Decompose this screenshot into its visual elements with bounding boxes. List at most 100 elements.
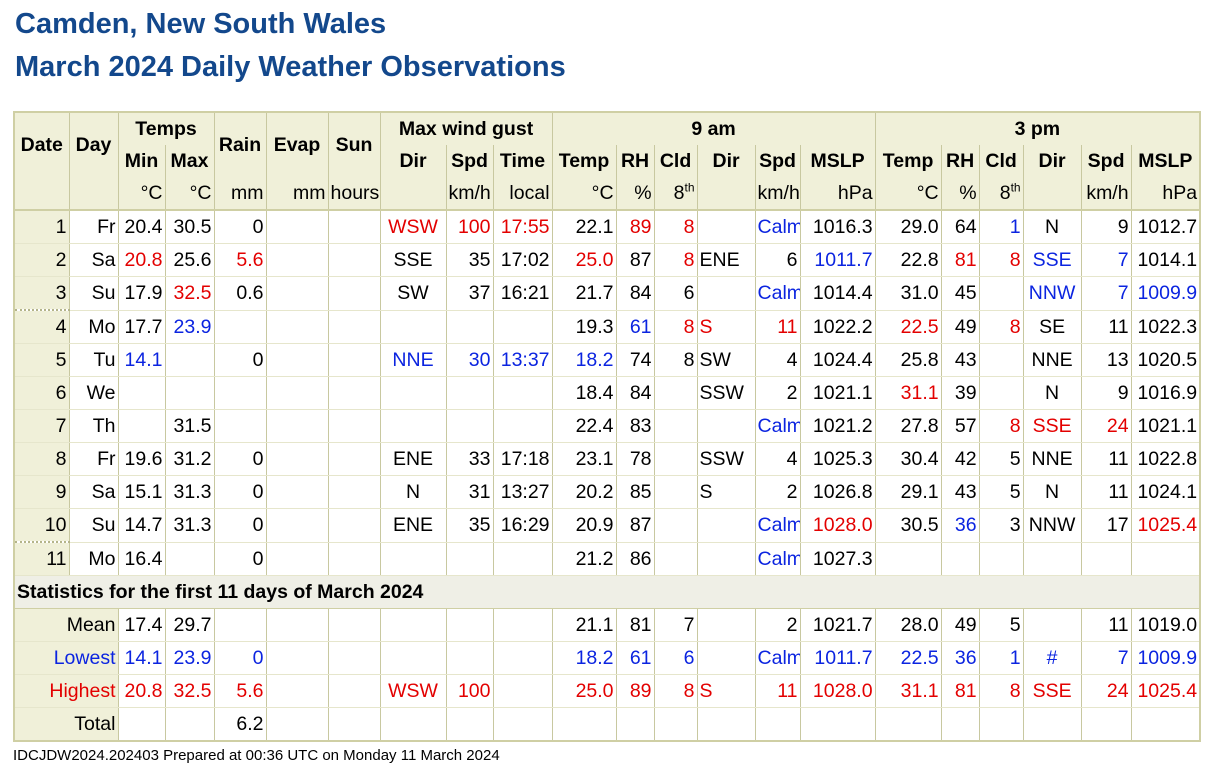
cell-am-temp: 20.9 <box>551 508 617 543</box>
header-9am-cld: Cld <box>653 145 698 177</box>
cell-am-cld: 7 <box>653 608 698 642</box>
cell-pm-temp <box>874 707 942 742</box>
cell-am-rh: 83 <box>615 409 655 443</box>
cell-day: Tu <box>68 343 119 377</box>
cell-min-temp: 16.4 <box>117 542 166 576</box>
cell-sun <box>327 542 381 576</box>
cell-pm-rh: 81 <box>940 674 980 708</box>
unit-blank <box>68 177 119 211</box>
cell-gust-dir: SSE <box>379 243 447 277</box>
cell-sun <box>327 376 381 410</box>
cell-min-temp: 14.7 <box>117 508 166 543</box>
unit-evap: mm <box>265 177 329 211</box>
cell-am-mslp: 1028.0 <box>799 674 876 708</box>
cell-pm-mslp: 1009.9 <box>1130 641 1201 675</box>
cell-am-spd: 4 <box>754 442 801 476</box>
cell-pm-dir: NNE <box>1022 442 1082 476</box>
cell-pm-mslp: 1021.1 <box>1130 409 1201 443</box>
cell-evap <box>265 210 329 244</box>
cell-gust-spd: 100 <box>445 674 494 708</box>
cell-min-temp: 17.7 <box>117 310 166 344</box>
cell-am-rh: 61 <box>615 310 655 344</box>
cell-gust-dir <box>379 641 447 675</box>
cell-am-mslp: 1024.4 <box>799 343 876 377</box>
cell-am-mslp <box>799 707 876 742</box>
header-gust-time: Time <box>492 145 553 177</box>
cell-am-dir <box>696 508 756 543</box>
header-date: Date <box>13 112 70 177</box>
cell-day: Fr <box>68 442 119 476</box>
unit-3pm-spd: km/h <box>1080 177 1132 211</box>
cell-max-temp: 31.5 <box>164 409 215 443</box>
cell-am-spd <box>754 707 801 742</box>
unit-3pm-cld: 8th <box>978 177 1024 211</box>
cell-gust-dir <box>379 310 447 344</box>
weather-observations-table: Date Day Temps Rain Evap Sun Max wind gu… <box>13 111 1202 742</box>
page-subtitle: March 2024 Daily Weather Observations <box>15 51 566 83</box>
cell-am-mslp: 1028.0 <box>799 508 876 543</box>
cell-min-temp <box>117 409 166 443</box>
cell-min-temp: 15.1 <box>117 475 166 509</box>
cell-sun <box>327 276 381 311</box>
day-row: 6 We 18.4 84 SSW 2 1021.1 31.1 39 N 9 1016.9 <box>13 376 1201 410</box>
cell-pm-dir: SSE <box>1022 243 1082 277</box>
cell-am-cld <box>653 508 698 543</box>
cell-am-temp: 18.2 <box>551 343 617 377</box>
cell-gust-time: 17:55 <box>492 210 553 244</box>
cell-pm-rh: 49 <box>940 310 980 344</box>
cell-am-rh: 89 <box>615 210 655 244</box>
cell-sun <box>327 508 381 543</box>
cell-am-cld <box>653 442 698 476</box>
cell-gust-time: 16:29 <box>492 508 553 543</box>
cell-evap <box>265 376 329 410</box>
stats-heading: Statistics for the first 11 days of Marc… <box>13 575 1201 609</box>
cell-pm-cld: 8 <box>978 674 1024 708</box>
cell-pm-spd: 13 <box>1080 343 1132 377</box>
cell-pm-mslp: 1022.8 <box>1130 442 1201 476</box>
cell-am-temp: 25.0 <box>551 674 617 708</box>
header-9am-dir: Dir <box>696 145 756 177</box>
cell-date: 10 <box>13 508 70 543</box>
cell-pm-rh <box>940 707 980 742</box>
cell-pm-dir: SSE <box>1022 674 1082 708</box>
stats-row: Mean 17.4 29.7 21.1 81 7 2 1021.7 28.0 49 5 11 1019.… <box>13 608 1201 642</box>
cell-pm-mslp: 1012.7 <box>1130 210 1201 244</box>
cell-pm-spd: 9 <box>1080 376 1132 410</box>
cell-gust-time: 16:21 <box>492 276 553 311</box>
cell-am-temp: 21.2 <box>551 542 617 576</box>
header-temps: Temps <box>117 112 215 145</box>
cell-date: 7 <box>13 409 70 443</box>
cell-gust-spd <box>445 641 494 675</box>
cell-pm-rh: 57 <box>940 409 980 443</box>
cell-am-cld: 8 <box>653 343 698 377</box>
cell-pm-temp: 29.0 <box>874 210 942 244</box>
header-max-wind-gust: Max wind gust <box>379 112 553 145</box>
cell-evap <box>265 310 329 344</box>
cell-pm-mslp: 1019.0 <box>1130 608 1201 642</box>
cell-max-temp <box>164 376 215 410</box>
cell-pm-temp: 31.1 <box>874 376 942 410</box>
cell-gust-time <box>492 641 553 675</box>
cell-am-cld <box>653 542 698 576</box>
header-day: Day <box>68 112 119 177</box>
cell-pm-spd: 11 <box>1080 608 1132 642</box>
cell-pm-cld <box>978 542 1024 576</box>
header-3pm-mslp: MSLP <box>1130 145 1201 177</box>
cell-gust-time: 13:37 <box>492 343 553 377</box>
cell-day: Th <box>68 409 119 443</box>
cell-am-temp <box>551 707 617 742</box>
cell-evap <box>265 243 329 277</box>
cell-am-spd: Calm <box>754 641 801 675</box>
cell-evap <box>265 542 329 576</box>
cell-date: 9 <box>13 475 70 509</box>
cell-pm-dir: NNE <box>1022 343 1082 377</box>
cell-pm-rh: 36 <box>940 641 980 675</box>
cell-rain: 6.2 <box>213 707 267 742</box>
cell-sun <box>327 674 381 708</box>
cell-evap <box>265 343 329 377</box>
stats-row: Highest 20.8 32.5 5.6 WSW 100 25.0 89 8 S 11 1028.0… <box>13 674 1201 708</box>
cell-pm-temp: 22.8 <box>874 243 942 277</box>
cell-am-mslp: 1011.7 <box>799 243 876 277</box>
cell-pm-spd: 9 <box>1080 210 1132 244</box>
cell-pm-rh: 45 <box>940 276 980 311</box>
